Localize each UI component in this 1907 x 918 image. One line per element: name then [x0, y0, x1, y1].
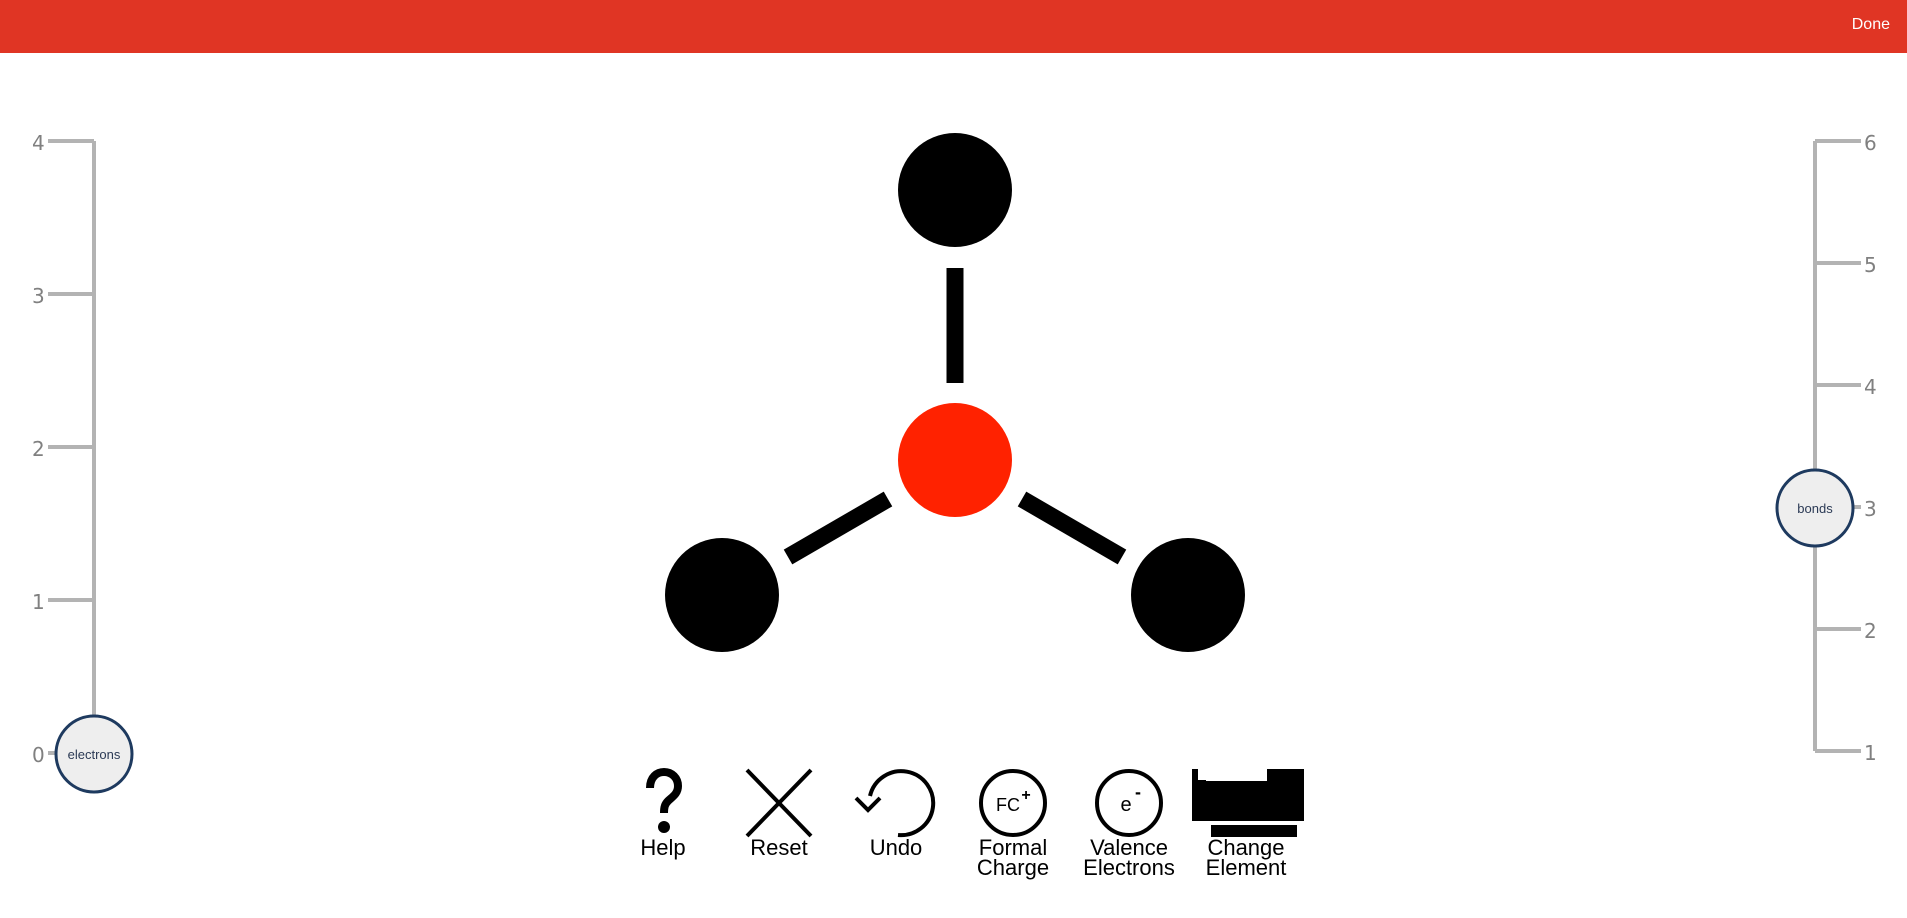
central-atom[interactable]: [898, 403, 1012, 517]
x-icon: [745, 768, 813, 838]
undo-label: Undo: [869, 835, 923, 860]
periodic-table-icon: [1192, 769, 1304, 837]
undo-arrow-icon: [854, 769, 936, 838]
valence-electrons-icon-sup: -: [1135, 782, 1141, 802]
bond-left: [783, 491, 893, 565]
undo-button[interactable]: Undo: [841, 768, 951, 860]
outer-atom-left[interactable]: [665, 538, 779, 652]
help-button[interactable]: Help: [608, 768, 718, 860]
formal-charge-button[interactable]: FC + Formal Charge: [958, 768, 1068, 880]
reset-button[interactable]: Reset: [724, 768, 834, 860]
outer-atom-top[interactable]: [898, 133, 1012, 247]
valence-electrons-icon: e -: [1095, 769, 1163, 837]
change-element-button[interactable]: Change Element: [1191, 768, 1304, 880]
valence-electrons-icon-text: e: [1120, 794, 1131, 816]
help-label: Help: [640, 835, 686, 860]
reset-label: Reset: [750, 835, 808, 860]
formal-charge-label: Formal Charge: [976, 835, 1050, 880]
formal-charge-icon-sup: +: [1021, 787, 1030, 804]
change-element-label: Change Element: [1205, 835, 1287, 880]
outer-atom-right[interactable]: [1131, 538, 1245, 652]
valence-electrons-button[interactable]: e - Valence Electrons: [1074, 768, 1184, 880]
molecule-diagram: [665, 133, 1245, 652]
valence-electrons-label: Valence Electrons: [1083, 835, 1175, 880]
question-mark-icon: [646, 768, 683, 833]
bond-right: [1017, 491, 1127, 565]
formal-charge-icon: FC +: [979, 769, 1047, 837]
formal-charge-icon-text: FC: [996, 795, 1020, 815]
